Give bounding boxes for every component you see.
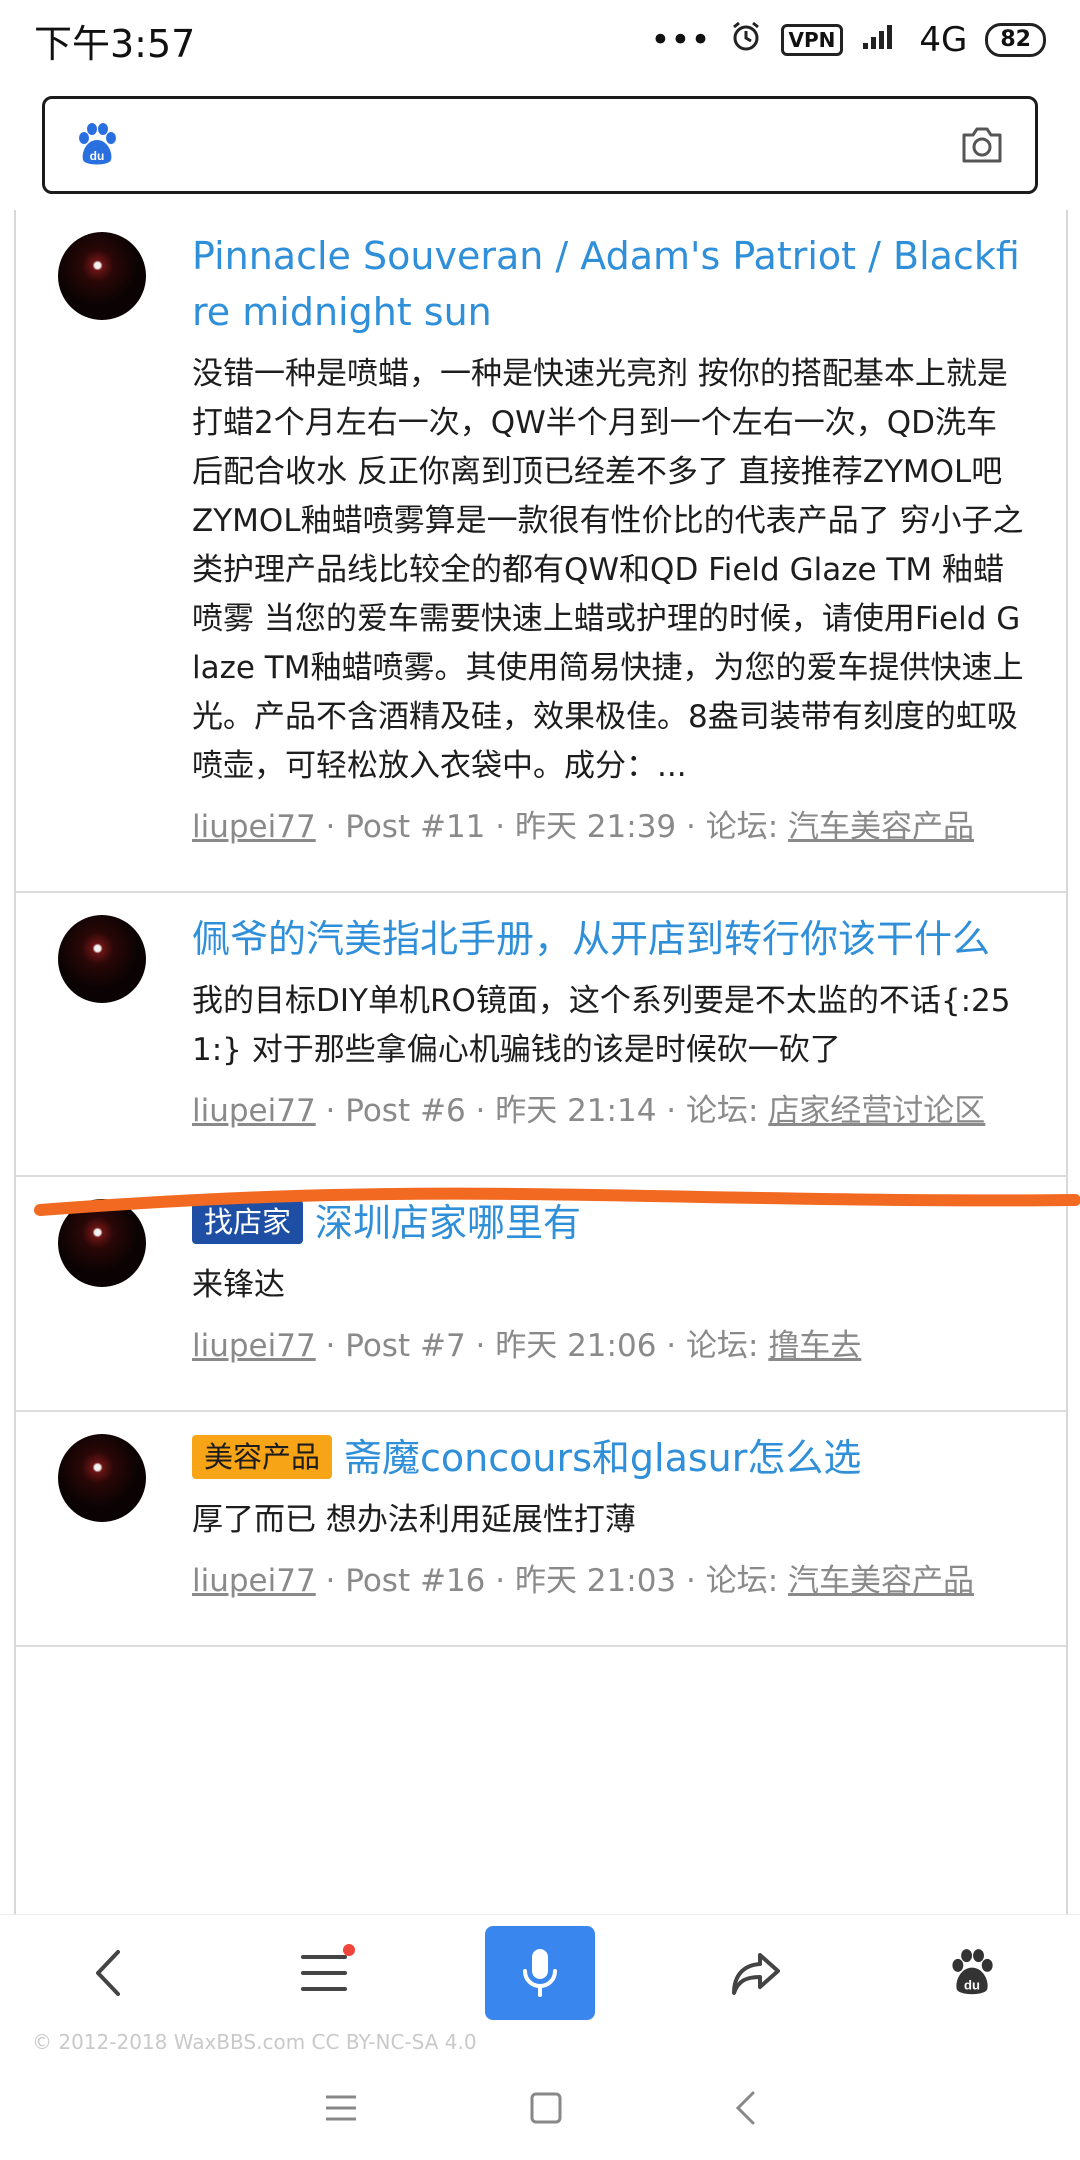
- post-meta: liupei77 · Post #6 · 昨天 21:14 · 论坛: 店家经营…: [192, 1093, 986, 1129]
- post-number: Post #7: [345, 1328, 466, 1364]
- category-tag[interactable]: 找店家: [192, 1200, 304, 1244]
- list-item: 佩爷的汽美指北手册，从开店到转行你该干什么 我的目标DIY单机RO镜面，这个系列…: [16, 893, 1066, 1177]
- network-label: 4G: [919, 20, 968, 60]
- post-time: 昨天 21:14: [495, 1093, 657, 1129]
- post-title-link[interactable]: 佩爷的汽美指北手册，从开店到转行你该干什么: [192, 911, 1026, 967]
- forum-link[interactable]: 撸车去: [768, 1328, 861, 1364]
- post-number: Post #16: [345, 1563, 486, 1599]
- post-time: 昨天 21:39: [514, 809, 677, 845]
- more-dots-icon: •••: [650, 20, 711, 60]
- chevron-left-icon: [96, 1949, 120, 1996]
- forum-label: 论坛:: [705, 809, 779, 845]
- list-item: 美容产品 斋魔concours和glasur怎么选 厚了而已 想办法利用延展性打薄…: [16, 1412, 1066, 1647]
- forum-label: 论坛:: [705, 1563, 779, 1599]
- forum-label: 论坛:: [686, 1093, 759, 1129]
- footer-copyright: © 2012-2018 WaxBBS.com CC BY-NC-SA 4.0: [32, 2030, 477, 2054]
- vpn-badge: VPN: [780, 24, 844, 56]
- camera-icon[interactable]: [959, 125, 1005, 165]
- post-number: Post #11: [345, 809, 486, 845]
- author-link[interactable]: liupei77: [192, 1328, 316, 1364]
- post-excerpt: 我的目标DIY单机RO镜面，这个系列要是不太监的不话{:251:} 对于那些拿偏…: [192, 983, 1011, 1068]
- menu-lines-icon: [326, 2095, 356, 2121]
- author-link[interactable]: liupei77: [192, 809, 316, 845]
- list-item: Pinnacle Souveran / Adam's Patriot / Bla…: [16, 210, 1066, 893]
- post-time: 昨天 21:03: [514, 1563, 677, 1599]
- share-arrow-icon: [732, 1952, 780, 1995]
- recents-button[interactable]: [323, 2093, 359, 2127]
- author-link[interactable]: liupei77: [192, 1563, 316, 1599]
- post-excerpt: 厚了而已 想办法利用延展性打薄: [192, 1502, 636, 1538]
- post-title-row: 找店家 深圳店家哪里有: [192, 1195, 1026, 1251]
- post-title-link[interactable]: Pinnacle Souveran / Adam's Patriot / Bla…: [192, 228, 1026, 340]
- system-nav-bar: [0, 2060, 1080, 2160]
- notification-dot: [343, 1943, 355, 1956]
- battery-indicator: 82: [985, 23, 1046, 57]
- forum-link[interactable]: 店家经营讨论区: [768, 1093, 985, 1129]
- status-time: 下午3:57: [34, 21, 196, 66]
- svg-text:du: du: [964, 1977, 980, 1992]
- chevron-left-icon: [735, 2091, 755, 2125]
- voice-search-button[interactable]: [485, 1925, 595, 2020]
- baidu-home-button[interactable]: du: [917, 1926, 1027, 2020]
- list-item: 找店家 深圳店家哪里有 来锋达 liupei77 · Post #7 · 昨天 2…: [16, 1177, 1066, 1412]
- post-excerpt: 来锋达: [192, 1267, 285, 1303]
- post-number: Post #6: [345, 1093, 466, 1129]
- avatar[interactable]: [58, 915, 146, 1003]
- baidu-paw-icon: du: [952, 1948, 993, 1994]
- category-tag[interactable]: 美容产品: [192, 1435, 333, 1479]
- avatar[interactable]: [58, 232, 146, 320]
- avatar[interactable]: [58, 1434, 146, 1522]
- alarm-icon: [729, 19, 763, 62]
- menu-button[interactable]: [269, 1926, 379, 2020]
- post-title-link[interactable]: 深圳店家哪里有: [315, 1201, 581, 1245]
- hamburger-icon: [301, 1954, 347, 1991]
- share-button[interactable]: [701, 1926, 811, 2020]
- home-button[interactable]: [529, 2091, 563, 2129]
- browser-toolbar: du: [0, 1914, 1080, 2030]
- avatar[interactable]: [58, 1199, 146, 1287]
- search-bar[interactable]: du: [42, 96, 1038, 194]
- forum-link[interactable]: 汽车美容产品: [788, 809, 974, 845]
- post-title-row: 美容产品 斋魔concours和glasur怎么选: [192, 1430, 1026, 1486]
- forum-link[interactable]: 汽车美容产品: [788, 1563, 974, 1599]
- post-excerpt: 没错一种是喷蜡，一种是快速光亮剂 按你的搭配基本上就是打蜡2个月左右一次，QW半…: [192, 356, 1024, 784]
- post-meta: liupei77 · Post #7 · 昨天 21:06 · 论坛: 撸车去: [192, 1328, 862, 1364]
- square-icon: [530, 2092, 562, 2124]
- post-meta: liupei77 · Post #16 · 昨天 21:03 · 论坛: 汽车美…: [192, 1563, 975, 1599]
- baidu-paw-icon: du: [75, 122, 119, 168]
- signal-icon: [861, 20, 901, 60]
- svg-text:du: du: [90, 149, 105, 163]
- author-link[interactable]: liupei77: [192, 1093, 316, 1129]
- post-meta: liupei77 · Post #11 · 昨天 21:39 · 论坛: 汽车美…: [192, 809, 975, 845]
- post-list: Pinnacle Souveran / Adam's Patriot / Bla…: [14, 210, 1068, 1915]
- forum-label: 论坛:: [686, 1328, 759, 1364]
- status-icons: ••• VPN 4G 82: [650, 19, 1046, 62]
- microphone-icon: [523, 1948, 557, 1997]
- system-back-button[interactable]: [733, 2090, 757, 2130]
- post-title-link[interactable]: 斋魔concours和glasur怎么选: [344, 1436, 861, 1480]
- back-button[interactable]: [53, 1926, 163, 2020]
- post-time: 昨天 21:06: [495, 1328, 657, 1364]
- status-bar: 下午3:57 ••• VPN 4G 82: [0, 0, 1080, 80]
